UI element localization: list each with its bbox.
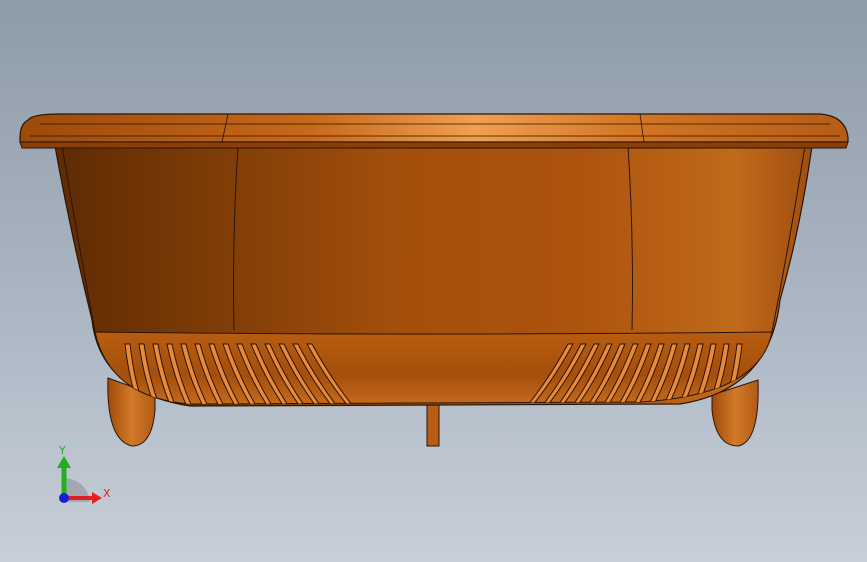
basket-rim xyxy=(19,113,849,143)
z-axis-origin xyxy=(59,493,69,503)
graphics-viewport[interactable]: Y X xyxy=(0,0,867,562)
basket-model[interactable] xyxy=(0,0,867,562)
rim-lip xyxy=(19,141,849,149)
x-axis-label: X xyxy=(103,487,111,500)
y-axis-label: Y xyxy=(59,444,66,457)
coordinate-triad: Y X xyxy=(40,438,120,510)
